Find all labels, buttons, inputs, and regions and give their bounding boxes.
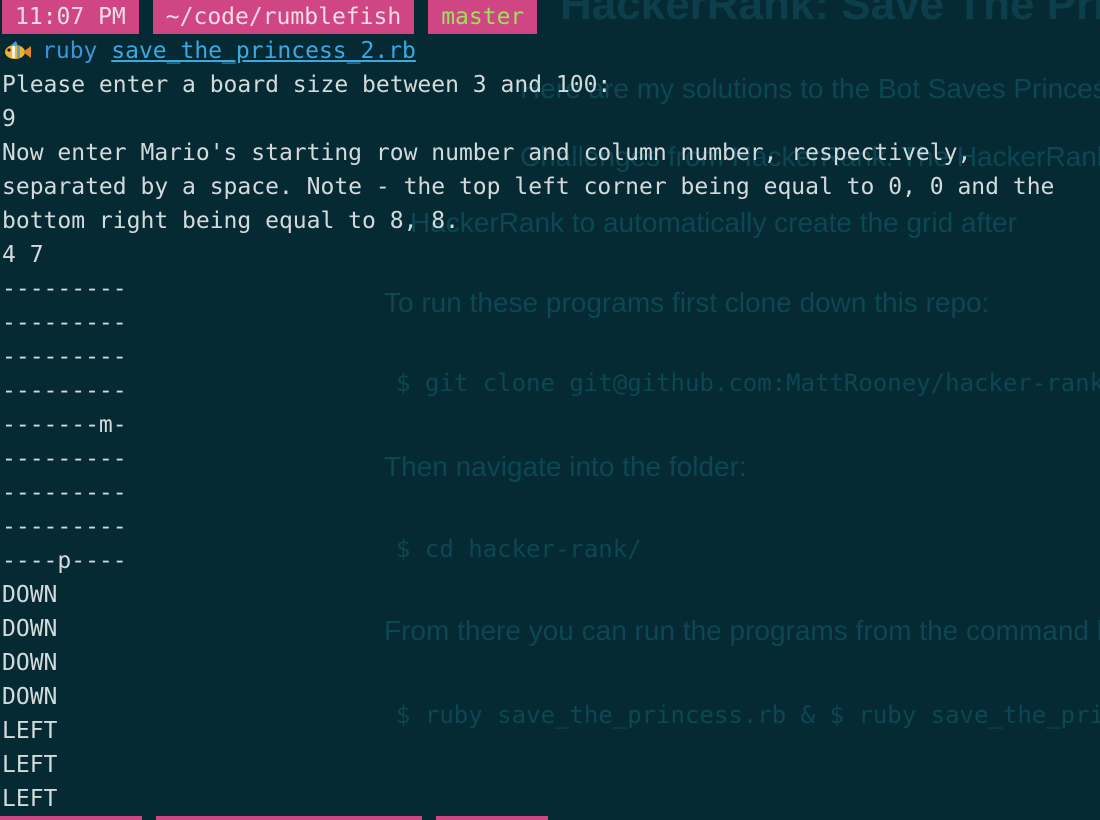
board-row: --------- [2, 446, 127, 472]
move-line: DOWN [2, 684, 58, 710]
prompt-git-branch: master [428, 0, 538, 34]
output-line: bottom right being equal to 8, 8. [2, 208, 459, 234]
terminal-window[interactable]: 11:07 PM ~/code/rumblefish master ruby s… [0, 0, 1100, 820]
board-row: -------m- [2, 412, 127, 438]
board-row: --------- [2, 310, 127, 336]
next-prompt-segment [156, 816, 422, 820]
next-prompt-bar-edge [0, 816, 1100, 820]
output-line: separated by a space. Note - the top lef… [2, 174, 1055, 200]
move-line: DOWN [2, 582, 58, 608]
prompt-path: ~/code/rumblefish [152, 0, 415, 34]
fish-icon [5, 41, 31, 59]
output-line: 9 [2, 106, 16, 132]
prompt-time: 11:07 PM [2, 0, 139, 34]
command-file-argument[interactable]: save_the_princess_2.rb [111, 34, 416, 68]
next-prompt-segment [436, 816, 548, 820]
command-name: ruby [42, 38, 98, 64]
board-row: --------- [2, 514, 127, 540]
move-line: LEFT [2, 786, 58, 812]
board-row: --------- [2, 344, 127, 370]
board-row: --------- [2, 378, 127, 404]
move-line: DOWN [2, 616, 58, 642]
board-row: --------- [2, 276, 127, 302]
output-line: Now enter Mario's starting row number an… [2, 140, 972, 166]
board-row: --------- [2, 480, 127, 506]
board-row: ----p---- [2, 548, 127, 574]
command-line: ruby save_the_princess_2.rb [0, 34, 1100, 68]
prompt-bar: 11:07 PM ~/code/rumblefish master [0, 0, 1100, 34]
terminal-output: Please enter a board size between 3 and … [0, 68, 1100, 816]
move-line: DOWN [2, 650, 58, 676]
next-prompt-segment [0, 816, 142, 820]
output-line: 4 7 [2, 242, 44, 268]
output-line: Please enter a board size between 3 and … [2, 72, 612, 98]
move-line: LEFT [2, 718, 58, 744]
move-line: LEFT [2, 752, 58, 778]
